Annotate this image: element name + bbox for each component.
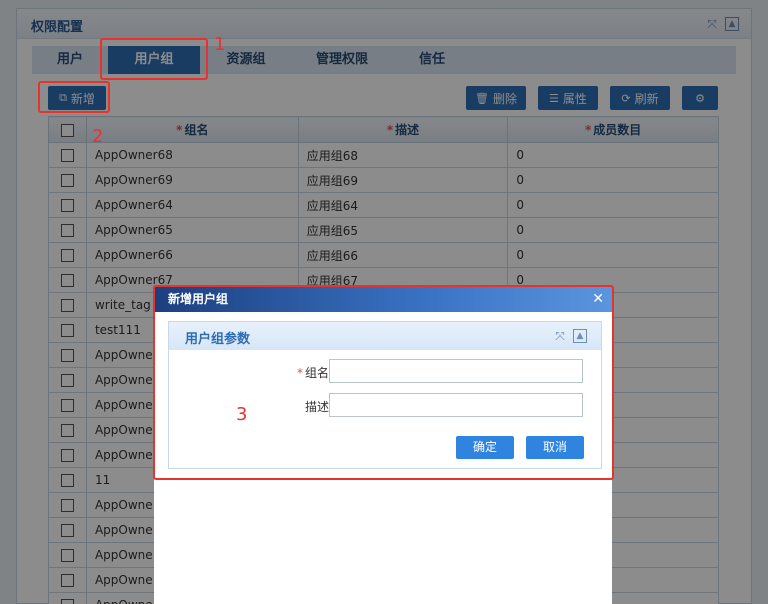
annotation-label-3: 3 (236, 404, 248, 425)
annotation-box-3 (153, 285, 614, 480)
annotation-label-2: 2 (92, 126, 104, 147)
annotation-box-2 (38, 81, 110, 113)
annotation-label-1: 1 (214, 34, 226, 55)
annotation-box-1 (100, 38, 208, 80)
